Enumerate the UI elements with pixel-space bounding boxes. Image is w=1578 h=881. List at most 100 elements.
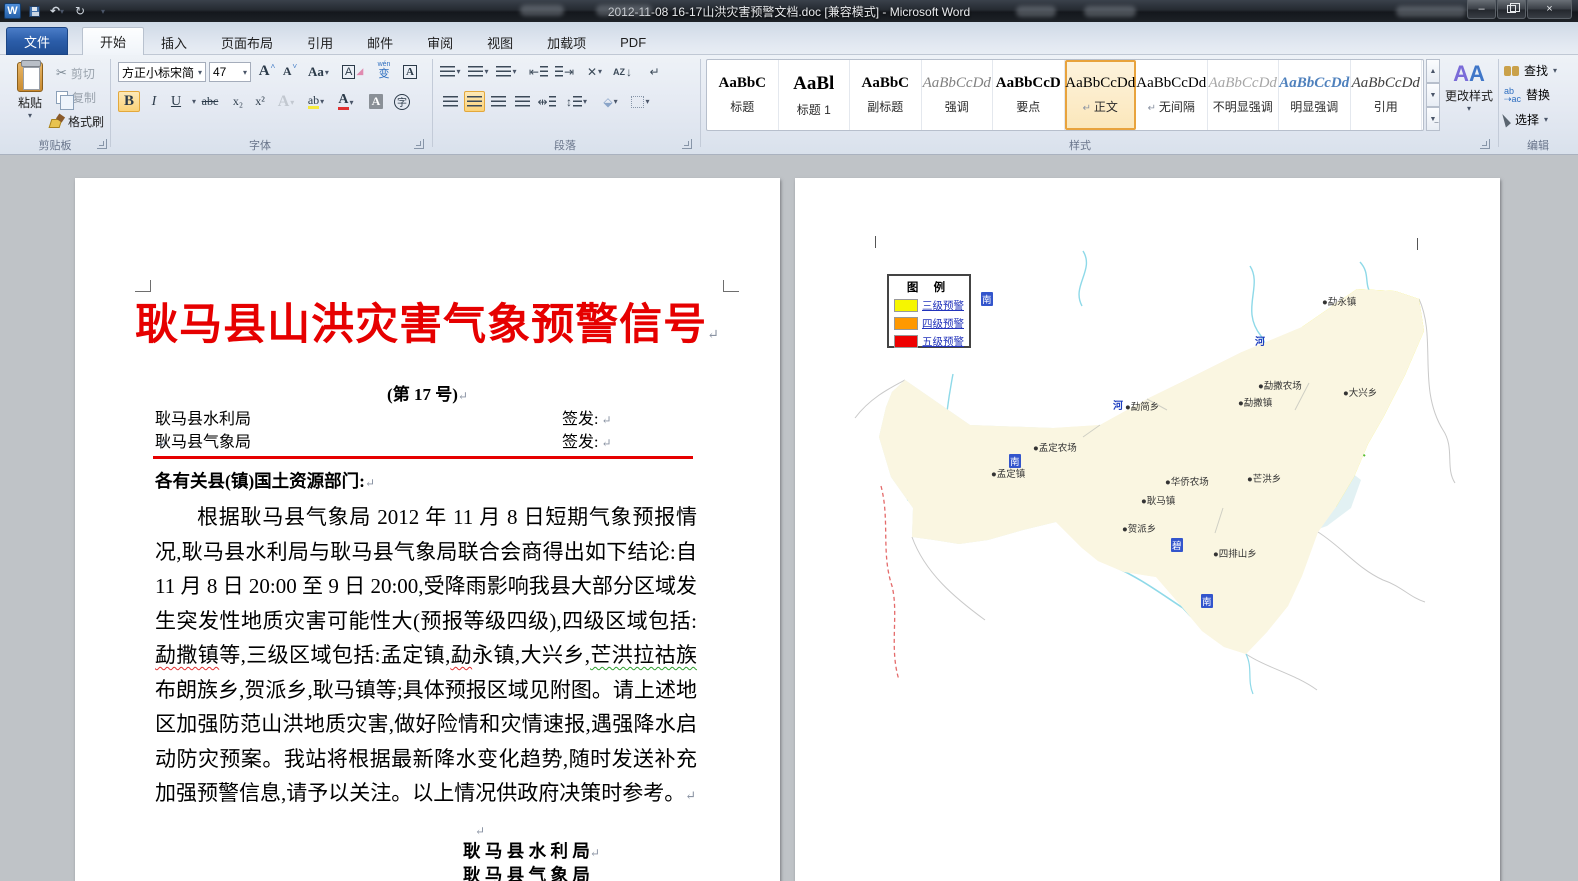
align-left-button[interactable] <box>440 91 461 112</box>
multilevel-list-button[interactable]: ▾ <box>496 61 517 82</box>
borders-button[interactable]: ▾ <box>630 91 651 112</box>
footer-signature: 耿 马 县 气 象 局 <box>463 862 590 881</box>
cut-icon: ✂ <box>56 65 67 81</box>
style-不明显强调[interactable]: AaBbCcDd不明显强调 <box>1208 60 1280 130</box>
redo-icon[interactable]: ↻ <box>71 3 89 20</box>
style-preview: AaBbCcDd <box>1352 75 1420 92</box>
increase-indent-button[interactable]: ⇥ <box>554 61 575 82</box>
show-marks-button[interactable]: ↵ <box>644 61 665 82</box>
word-app-icon[interactable]: W <box>4 3 21 19</box>
character-shading-button[interactable]: A <box>366 91 386 112</box>
map-label-town: ●耿马镇 <box>1141 493 1175 507</box>
distribute-button[interactable]: ⇹ <box>536 91 557 112</box>
tab-开始[interactable]: 开始 <box>82 27 144 55</box>
tab-审阅[interactable]: 审阅 <box>410 29 470 55</box>
style-preview: AaBbC <box>718 75 766 92</box>
line-spacing-button[interactable]: ↕▾ <box>566 91 587 112</box>
redaction-smudge <box>520 5 564 16</box>
replace-button[interactable]: ab⇢ac 替换 <box>1504 86 1550 103</box>
find-button[interactable]: 查找▾ <box>1504 62 1557 79</box>
doc-title: 耿马县山洪灾害气象预警信号↵ <box>75 290 780 352</box>
legend-swatch <box>894 335 918 348</box>
tab-引用[interactable]: 引用 <box>290 29 350 55</box>
highlight-color-button[interactable]: ab▾ <box>306 91 326 112</box>
doc-issue-number: (第 17 号)↵ <box>75 380 780 405</box>
tab-加载项[interactable]: 加载项 <box>530 29 603 55</box>
style-preview: AaBbCcDd <box>1209 75 1277 92</box>
gallery-scroll-down[interactable]: ▼ <box>1426 83 1440 107</box>
superscript-button[interactable]: x² <box>250 91 270 112</box>
clear-formatting-button[interactable]: A◢ <box>342 61 363 82</box>
underline-button[interactable]: U <box>166 91 186 112</box>
style-无间隔[interactable]: AaBbCcDd↵ 无间隔 <box>1136 60 1208 130</box>
style-强调[interactable]: AaBbCcDd强调 <box>922 60 994 130</box>
paste-button[interactable]: 粘贴 ▾ <box>8 60 52 134</box>
undo-icon[interactable]: ↶▾ <box>48 3 66 20</box>
font-name-dropdown-arrow[interactable]: ▾ <box>198 68 202 77</box>
numbering-button[interactable]: ▾ <box>468 61 489 82</box>
style-要点[interactable]: AaBbCcD要点 <box>993 60 1065 130</box>
tab-邮件[interactable]: 邮件 <box>350 29 410 55</box>
document-page-1[interactable]: 耿马县山洪灾害气象预警信号↵ (第 17 号)↵ 耿马县水利局签发: ↵耿马县气… <box>75 178 780 881</box>
tab-页面布局[interactable]: 页面布局 <box>204 29 290 55</box>
tab-插入[interactable]: 插入 <box>144 29 204 55</box>
gallery-scroll-up[interactable]: ▲ <box>1426 59 1440 83</box>
subscript-button[interactable]: x₂ <box>228 91 248 112</box>
style-preview: AaBbCcD <box>996 75 1061 92</box>
font-color-button[interactable]: A▾ <box>336 91 356 112</box>
style-引用[interactable]: AaBbCcDd引用 <box>1351 60 1423 130</box>
tab-视图[interactable]: 视图 <box>470 29 530 55</box>
bold-button[interactable]: B <box>118 91 140 112</box>
font-dialog-launcher[interactable] <box>414 139 424 149</box>
decrease-indent-button[interactable]: ⇤ <box>528 61 549 82</box>
enclose-characters-button[interactable]: 字 <box>392 91 412 112</box>
clipboard-dialog-launcher[interactable] <box>97 139 107 149</box>
font-name-combo[interactable]: 方正小标宋简 ▾ <box>118 62 206 82</box>
paste-dropdown-arrow[interactable]: ▾ <box>8 111 52 120</box>
redaction-smudge <box>1016 6 1056 17</box>
redaction-smudge <box>1396 6 1466 17</box>
style-标题[interactable]: AaBbC标题 <box>707 60 779 130</box>
strikethrough-button[interactable]: abc <box>200 91 220 112</box>
format-painter-button[interactable]: 格式刷 <box>50 110 104 132</box>
document-area[interactable]: 耿马县山洪灾害气象预警信号↵ (第 17 号)↵ 耿马县水利局签发: ↵耿马县气… <box>0 155 1578 881</box>
shading-fill-button[interactable]: ⬙▾ <box>600 91 621 112</box>
style-标题 1[interactable]: AaBl标题 1 <box>779 60 851 130</box>
text-effects-button[interactable]: A▾ <box>276 91 296 112</box>
phonetic-guide-button[interactable]: wén 变 <box>374 59 394 80</box>
font-size-dropdown-arrow[interactable]: ▾ <box>243 68 247 77</box>
tab-文件[interactable]: 文件 <box>6 27 68 55</box>
paragraph-dialog-launcher[interactable] <box>682 139 692 149</box>
map-label-town: ●勐撒镇 <box>1238 395 1272 409</box>
bullets-button[interactable]: ▾ <box>440 61 461 82</box>
select-button[interactable]: 选择▾ <box>1504 111 1548 128</box>
tab-PDF[interactable]: PDF <box>603 29 663 55</box>
document-page-2[interactable]: 图 例 三级预警四级预警五级预警 ●勐永镇●勐撒农场●勐撒镇●大兴乡●勐简乡●孟… <box>795 178 1500 881</box>
restore-button[interactable] <box>1497 0 1526 19</box>
shrink-font-button[interactable]: A˅ <box>280 61 300 82</box>
style-明显强调[interactable]: AaBbCcDd明显强调 <box>1279 60 1351 130</box>
sort-button[interactable]: AZ↓ <box>612 61 633 82</box>
change-styles-button[interactable]: AA 更改样式 ▾ <box>1444 61 1494 133</box>
cut-button[interactable]: ✂ 剪切 <box>56 62 95 84</box>
grow-font-button[interactable]: A˄ <box>257 61 277 82</box>
style-正文[interactable]: AaBbCcDd↵ 正文 <box>1065 60 1137 130</box>
copy-button[interactable]: 复制 <box>56 86 96 108</box>
legend-label: 三级预警 <box>922 298 964 313</box>
qat-customize-icon[interactable]: ▾ <box>94 3 112 20</box>
style-副标题[interactable]: AaBbC副标题 <box>850 60 922 130</box>
close-button[interactable]: × <box>1527 0 1572 19</box>
justify-button[interactable] <box>512 91 533 112</box>
align-center-button[interactable] <box>464 91 485 112</box>
save-icon[interactable] <box>25 3 43 20</box>
align-right-button[interactable] <box>488 91 509 112</box>
gallery-expand[interactable]: ▼̲ <box>1426 107 1440 131</box>
italic-button[interactable]: I <box>144 91 164 112</box>
asian-layout-button[interactable]: ✕▾ <box>584 61 605 82</box>
change-case-button[interactable]: Aa▾ <box>308 61 329 82</box>
font-size-combo[interactable]: 47 ▾ <box>209 62 251 82</box>
styles-dialog-launcher[interactable] <box>1480 139 1490 149</box>
minimize-button[interactable]: – <box>1467 0 1496 19</box>
character-border-button[interactable]: A <box>400 61 420 82</box>
map-label-river: 河 <box>1255 333 1265 348</box>
